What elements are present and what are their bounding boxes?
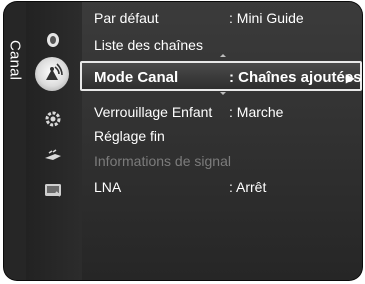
menu-item-label: Liste des chaînes [94,37,203,53]
menu-item-value: : Chaînes ajoutées [229,69,362,86]
menu-item-value: : Arrêt [229,179,267,195]
setup-icon[interactable] [39,108,67,130]
menu-item-verrouillage-enfant[interactable]: Verrouillage Enfant : Marche [82,101,362,123]
menu-item-informations-de-signal: Informations de signal [82,150,362,172]
menu-item-liste-des-chaines[interactable]: Liste des chaînes [82,34,362,56]
menu-item-reglage-fin[interactable]: Réglage fin [82,125,362,147]
menu-item-label: Verrouillage Enfant [94,104,213,120]
menu-category-title: Canal [6,40,24,81]
menu-item-par-defaut[interactable]: Par défaut : Mini Guide [82,7,362,29]
scroll-up-indicator [220,54,226,57]
application-icon[interactable] [39,179,67,201]
scroll-down-indicator [220,92,226,95]
input-icon[interactable] [39,145,67,167]
menu-category-tab: Canal [4,2,26,280]
menu-item-label: Réglage fin [94,128,165,144]
menu-item-label: Mode Canal [94,69,179,86]
menu-icon-column [26,2,101,280]
menu-item-lna[interactable]: LNA : Arrêt [82,176,362,198]
picture-icon[interactable] [39,29,67,51]
menu-item-value: : Mini Guide [229,10,304,26]
menu-item-mode-canal[interactable]: Mode Canal : Chaînes ajoutées ▶ [80,61,362,91]
channel-icon[interactable] [35,57,69,91]
menu-item-value: : Marche [229,104,284,120]
menu-item-label: LNA [94,179,122,195]
menu-items-panel: Par défaut : Mini Guide Liste des chaîne… [80,2,362,280]
submenu-arrow-icon: ▶ [345,71,355,85]
menu-item-label: Par défaut [94,10,159,26]
menu-item-label: Informations de signal [94,153,231,169]
tv-osd-menu: Canal Par défaut: Mini Guide Liste des … [4,2,362,280]
